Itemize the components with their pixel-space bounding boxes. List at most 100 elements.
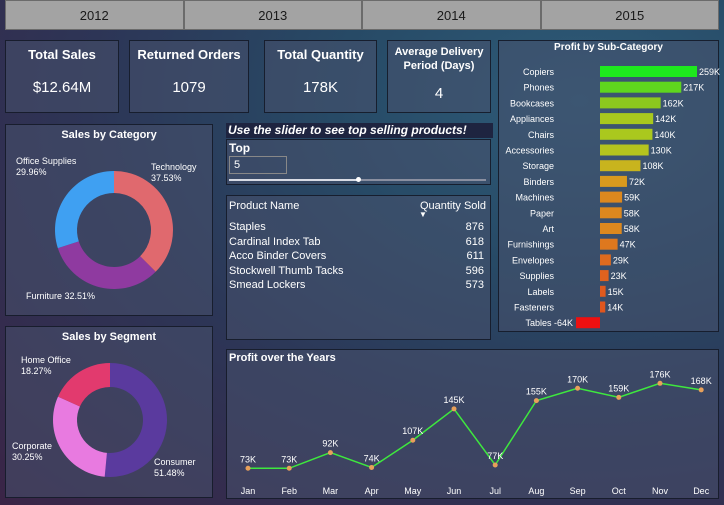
bar-value-label: 15K [608, 287, 624, 297]
kpi-total-quantity: Total Quantity 178K [264, 40, 377, 113]
bar-envelopes[interactable] [600, 254, 611, 266]
slice-label: Home Office 18.27% [21, 355, 71, 376]
data-label: 176K [649, 369, 670, 379]
category-label: Bookcases [510, 98, 555, 108]
data-point[interactable] [451, 406, 457, 412]
donut-slice-home-office[interactable] [58, 363, 110, 407]
column-header-product[interactable]: Product Name [229, 200, 299, 212]
donut-slice-office-supplies[interactable] [55, 171, 114, 249]
product-name-cell: Acco Binder Covers [229, 250, 327, 262]
bar-storage[interactable] [600, 160, 641, 172]
bar-copiers[interactable] [600, 66, 697, 77]
bar-value-label: 14K [607, 303, 623, 313]
bar-value-label: 47K [620, 240, 636, 250]
kpi-label: Returned Orders [137, 47, 241, 62]
sales-by-category-chart: Technology 37.53% Furniture 32.51% Office S… [16, 156, 197, 301]
x-tick-label: Sep [570, 486, 586, 496]
data-point[interactable] [327, 450, 333, 456]
year-tab-2015[interactable]: 2015 [540, 0, 719, 30]
table-row[interactable]: Staples 876 [227, 221, 490, 235]
profit-over-years-card: Profit over the Years 73K Jan 73K Feb 92K Mar… [226, 349, 719, 499]
bar-chairs[interactable] [600, 128, 653, 140]
data-point[interactable] [698, 387, 704, 393]
product-name-cell: Cardinal Index Tab [229, 236, 321, 248]
data-label: 155K [526, 387, 547, 397]
table-row[interactable]: Acco Binder Covers 611 [227, 250, 490, 264]
x-tick-label: Nov [652, 486, 669, 496]
data-point[interactable] [657, 380, 663, 386]
data-point[interactable] [245, 465, 251, 471]
x-tick-label: Jul [489, 486, 501, 496]
category-label: Tables -64K [525, 318, 573, 328]
bar-phones[interactable] [600, 81, 682, 93]
year-tab-2014[interactable]: 2014 [362, 0, 541, 30]
sales-by-segment-card: Sales by Segment Consumer 51.48% Corporate… [5, 326, 213, 498]
slice-label: Office Supplies 29.96% [16, 156, 77, 177]
x-tick-label: Jan [241, 486, 256, 496]
category-label: Labels [527, 287, 554, 297]
bar-value-label: 29K [613, 255, 629, 265]
table-row[interactable]: Stockwell Thumb Tacks 596 [227, 265, 490, 279]
bar-paper[interactable] [600, 207, 622, 219]
data-point[interactable] [533, 398, 539, 404]
data-point[interactable] [616, 394, 622, 400]
category-label: Furnishings [507, 240, 554, 250]
donut-slice-technology[interactable] [114, 171, 174, 272]
slice-label: Furniture 32.51% [26, 291, 95, 301]
kpi-value: 4 [434, 85, 444, 102]
x-tick-label: Dec [693, 486, 710, 496]
year-tab-2013[interactable]: 2013 [183, 0, 362, 30]
table-row[interactable]: Smead Lockers 573 [227, 279, 490, 293]
data-label: 170K [567, 374, 588, 384]
profit-over-years-chart: 73K Jan 73K Feb 92K Mar 74K Apr 107K May 145K Jun 77… [240, 369, 712, 496]
bar-tables[interactable] [576, 317, 600, 329]
category-label: Accessories [505, 146, 554, 156]
data-point[interactable] [410, 437, 416, 443]
slider-thumb[interactable] [355, 177, 361, 182]
bar-fasteners[interactable] [600, 301, 606, 313]
data-point[interactable] [492, 462, 498, 468]
category-label: Envelopes [512, 255, 555, 265]
category-label: Supplies [519, 271, 554, 281]
sales-by-category-card: Sales by Category Technology 37.53% Furnit… [5, 124, 213, 316]
data-label: 74K [364, 453, 380, 463]
column-header-quantity[interactable]: Quantity Sold [420, 200, 486, 212]
bar-labels[interactable] [600, 285, 606, 297]
data-label: 168K [691, 376, 712, 386]
bar-appliances[interactable] [600, 113, 654, 125]
top-n-input[interactable]: 5 [229, 156, 287, 174]
slice-label: Technology 37.53% [151, 162, 197, 183]
year-slicer: 2012 2013 2014 2015 [5, 0, 719, 30]
bar-supplies[interactable] [600, 270, 609, 282]
data-point[interactable] [369, 464, 375, 470]
bar-value-label: 59K [624, 193, 640, 203]
profit-by-subcategory-chart: Copiers 259K Phones 217K Bookcases 162K Applia… [505, 66, 720, 329]
bar-accessories[interactable] [600, 144, 649, 156]
donut-slice-corporate[interactable] [53, 396, 107, 477]
data-label: 92K [322, 439, 338, 449]
bar-art[interactable] [600, 223, 622, 234]
category-label: Appliances [510, 114, 555, 124]
kpi-avg-delivery: Average Delivery Period (Days) 4 [387, 40, 491, 113]
x-tick-label: Aug [528, 486, 544, 496]
slider-fill [229, 179, 358, 181]
category-label: Chairs [528, 130, 555, 140]
slider-title: Top [229, 141, 251, 155]
year-tab-2012[interactable]: 2012 [5, 0, 184, 30]
slice-label: Corporate 30.25% [12, 441, 52, 462]
bar-machines[interactable] [600, 191, 623, 203]
data-point[interactable] [286, 465, 292, 471]
donut-slice-furniture[interactable] [57, 241, 156, 289]
kpi-total-sales: Total Sales $12.64M [5, 40, 119, 113]
data-point[interactable] [575, 385, 581, 391]
product-name-cell: Stockwell Thumb Tacks [229, 265, 344, 277]
bar-furnishings[interactable] [600, 238, 618, 250]
profit-by-subcategory-card: Profit by Sub-Category Copiers 259K Phones… [498, 40, 720, 332]
bar-value-label: 108K [642, 161, 663, 171]
bar-binders[interactable] [600, 175, 627, 187]
bar-bookcases[interactable] [600, 97, 661, 109]
bar-value-label: 142K [655, 114, 676, 124]
table-row[interactable]: Cardinal Index Tab 618 [227, 236, 490, 250]
data-label: 159K [608, 383, 629, 393]
kpi-label: Total Sales [28, 47, 96, 62]
